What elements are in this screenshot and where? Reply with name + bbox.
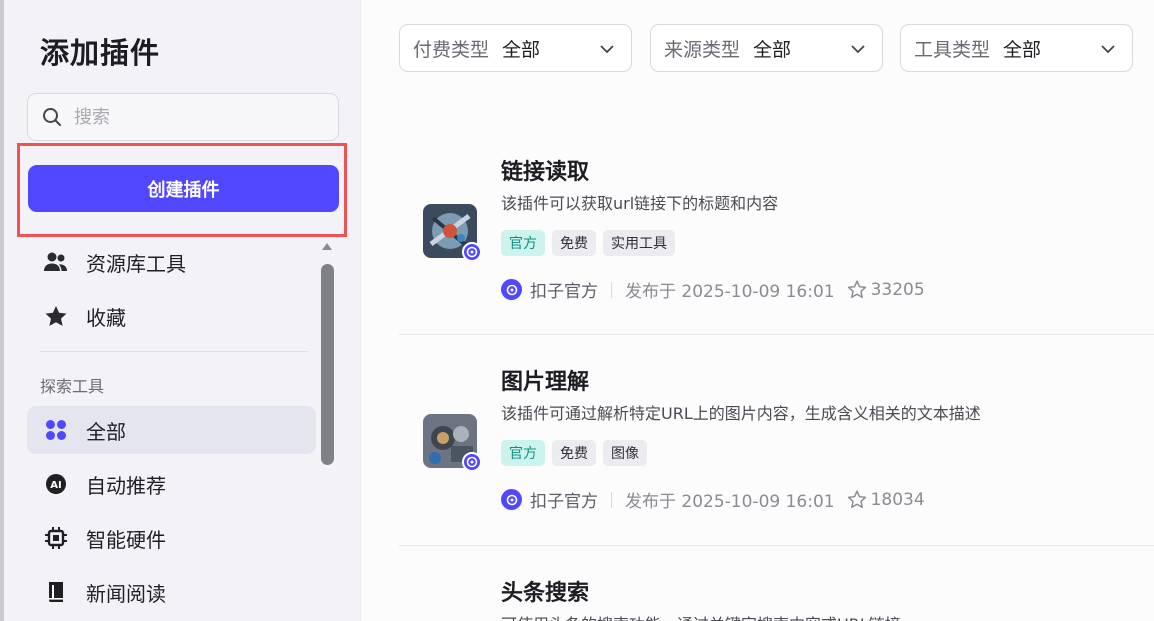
search-icon <box>43 108 61 126</box>
book-icon <box>44 580 68 604</box>
official-badge-icon <box>462 452 482 472</box>
plugin-description: 可使用头条的搜索功能，通过关键字搜索内容或URL链接 <box>501 611 901 621</box>
author-avatar <box>501 489 522 510</box>
sidebar-item-favorites[interactable]: 收藏 <box>27 292 316 340</box>
plugin-name: 链接读取 <box>501 160 590 185</box>
sidebar-item-all[interactable]: 全部 <box>27 406 316 454</box>
filter-value: 全部 <box>1003 38 1042 61</box>
author-avatar <box>501 279 522 300</box>
tag-official: 官方 <box>501 230 545 256</box>
chip-icon <box>44 526 68 550</box>
sidebar-item-resource-tools[interactable]: 资源库工具 <box>27 238 316 286</box>
plugin-name: 头条搜索 <box>501 581 590 606</box>
sidebar-item-news-reading[interactable]: 新闻阅读 <box>27 568 316 616</box>
chevron-down-icon <box>1101 45 1115 54</box>
plugin-name: 图片理解 <box>501 370 590 395</box>
author-name[interactable]: 扣子官方 <box>530 277 598 302</box>
users-icon <box>44 250 68 274</box>
sidebar-item-label: 自动推荐 <box>86 473 166 498</box>
star-count: 33205 <box>870 279 925 300</box>
scrollbar-thumb[interactable] <box>321 264 334 465</box>
sidebar-item-label: 智能硬件 <box>86 527 166 552</box>
plugin-description: 该插件可通过解析特定URL上的图片内容，生成含义相关的文本描述 <box>501 404 981 423</box>
sidebar-item-label: 全部 <box>86 419 126 444</box>
star-outline-icon <box>847 280 867 299</box>
tag-official: 官方 <box>501 440 545 466</box>
separator <box>611 281 612 298</box>
sidebar-title: 添加插件 <box>40 36 161 70</box>
publish-date: 发布于 2025-10-09 16:01 <box>625 492 835 512</box>
tag: 免费 <box>552 440 596 466</box>
tag: 免费 <box>552 230 596 256</box>
tag: 实用工具 <box>603 230 675 256</box>
plugin-card[interactable]: 链接读取 该插件可以获取url链接下的标题和内容 官方 免费 实用工具 扣子官方… <box>399 124 1154 335</box>
sidebar-item-label: 收藏 <box>86 305 126 330</box>
star-count: 18034 <box>870 489 925 510</box>
scroll-up-arrow[interactable] <box>322 243 332 250</box>
sidebar: 添加插件 创建插件 资源库工具 收藏 探索工具 全部 AI 自动推荐 智能硬 <box>4 0 361 621</box>
separator <box>611 491 612 508</box>
divider <box>40 351 308 352</box>
grid-icon <box>44 418 68 442</box>
sidebar-item-smart-hardware[interactable]: 智能硬件 <box>27 514 316 562</box>
official-badge-icon <box>462 242 482 262</box>
filter-source-type[interactable]: 来源类型 全部 <box>650 24 883 72</box>
chevron-down-icon <box>600 45 614 54</box>
explore-section-label: 探索工具 <box>40 377 105 396</box>
filter-label: 来源类型 <box>664 38 741 61</box>
author-name[interactable]: 扣子官方 <box>530 487 598 512</box>
search-input[interactable] <box>74 106 314 128</box>
highlight-box <box>17 143 347 237</box>
ai-icon: AI <box>44 472 68 496</box>
filter-value: 全部 <box>502 38 541 61</box>
star-icon <box>44 304 68 328</box>
star-outline-icon <box>847 490 867 509</box>
svg-text:AI: AI <box>50 480 61 491</box>
plugin-card[interactable]: 图片理解 该插件可通过解析特定URL上的图片内容，生成含义相关的文本描述 官方 … <box>399 334 1154 545</box>
filter-value: 全部 <box>753 38 792 61</box>
sidebar-item-auto-recommend[interactable]: AI 自动推荐 <box>27 460 316 508</box>
filter-tool-type[interactable]: 工具类型 全部 <box>900 24 1133 72</box>
plugin-tags: 官方 免费 图像 <box>501 440 647 466</box>
filter-label: 付费类型 <box>413 38 490 61</box>
search-box[interactable] <box>27 93 339 141</box>
plugin-card[interactable]: 头条搜索 可使用头条的搜索功能，通过关键字搜索内容或URL链接 <box>399 545 1154 621</box>
plugin-meta: 扣子官方 发布于 2025-10-09 16:01 18034 <box>501 487 925 512</box>
publish-date: 发布于 2025-10-09 16:01 <box>625 282 835 302</box>
chevron-down-icon <box>851 45 865 54</box>
tag: 图像 <box>603 440 647 466</box>
plugin-tags: 官方 免费 实用工具 <box>501 230 675 256</box>
sidebar-item-label: 资源库工具 <box>86 251 186 276</box>
plugin-description: 该插件可以获取url链接下的标题和内容 <box>501 194 779 213</box>
filter-label: 工具类型 <box>914 38 991 61</box>
plugin-meta: 扣子官方 发布于 2025-10-09 16:01 33205 <box>501 277 925 302</box>
filter-payment-type[interactable]: 付费类型 全部 <box>399 24 632 72</box>
sidebar-item-label: 新闻阅读 <box>86 581 166 606</box>
